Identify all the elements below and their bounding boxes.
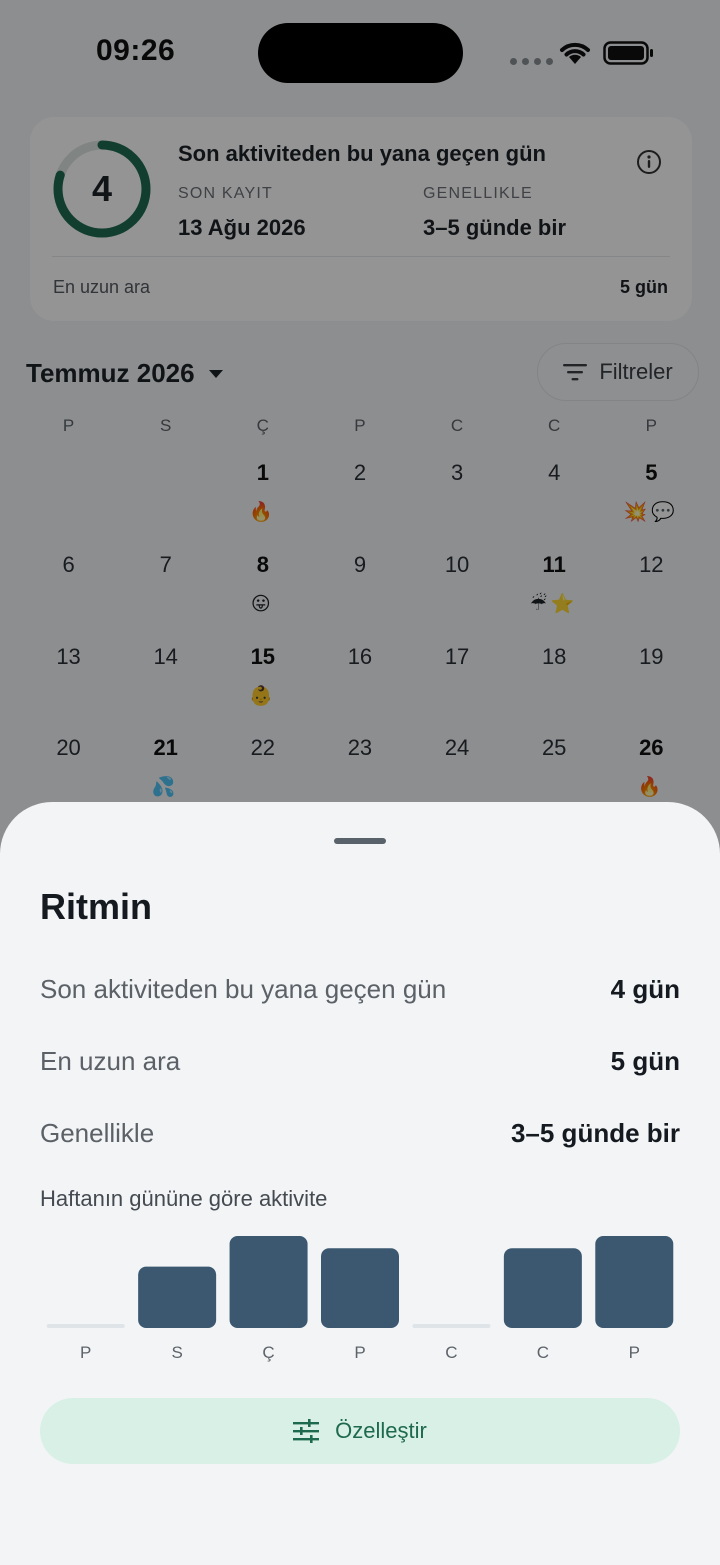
sheet-grabber[interactable] [334, 838, 386, 844]
chart-tick-label: S [171, 1343, 182, 1362]
sliders-icon [293, 1419, 320, 1443]
weekday-activity-chart: PSÇPCCP [46, 1236, 674, 1362]
app-screen: 09:26 4 Son aktiviteden bu yana geçen gü… [0, 0, 720, 1565]
chart-tick-label: Ç [262, 1343, 274, 1362]
chart-bar [595, 1236, 674, 1328]
stat-label: Genellikle [40, 1118, 155, 1148]
chart-tick-label: C [537, 1343, 549, 1362]
chart-tick-label: P [354, 1343, 365, 1362]
customize-button[interactable]: Özelleştir [40, 1398, 680, 1464]
stat-value: 3–5 günde bir [510, 1118, 680, 1148]
chart-title: Haftanın gününe göre aktivite [40, 1186, 328, 1211]
chart-bar [229, 1236, 308, 1328]
chart-bar [412, 1324, 491, 1328]
chart-tick-label: C [445, 1343, 457, 1362]
stat-label: Son aktiviteden bu yana geçen gün [40, 974, 447, 1004]
stat-row: Son aktiviteden bu yana geçen gün 4 gün [40, 974, 680, 1005]
customize-label: Özelleştir [335, 1418, 427, 1443]
sheet-title: Ritmin [40, 886, 152, 927]
chart-tick-label: P [629, 1343, 640, 1362]
stat-row: En uzun ara 5 gün [40, 1046, 680, 1077]
rhythm-bottom-sheet: Ritmin Son aktiviteden bu yana geçen gün… [0, 802, 720, 1565]
chart-bar [46, 1324, 125, 1328]
chart-tick-label: P [80, 1343, 91, 1362]
chart-bar [138, 1266, 217, 1328]
stat-label: En uzun ara [40, 1046, 181, 1076]
chart-bar [321, 1248, 399, 1328]
chart-bar [503, 1248, 582, 1328]
stat-value: 4 gün [610, 974, 680, 1004]
stat-value: 5 gün [610, 1046, 680, 1076]
stat-row: Genellikle 3–5 günde bir [40, 1118, 680, 1149]
